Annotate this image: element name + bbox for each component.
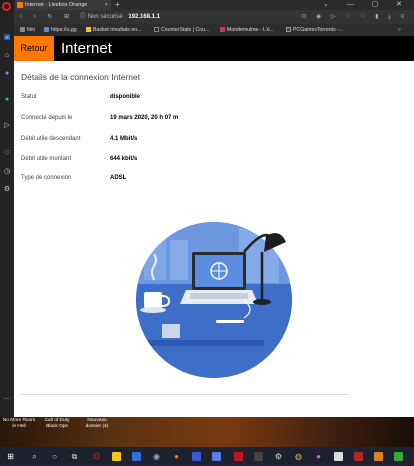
app-blue-icon[interactable] [192,452,201,461]
desktop-icon-folder[interactable]: Nouveau dossier (4) [80,418,114,430]
app-yellow-icon[interactable]: ◍ [294,452,303,461]
screen: Internet - Livebox Orange × + ⌄ — ▢ ✕ ‹ … [0,0,414,466]
home-icon[interactable]: ⌂ [3,52,11,60]
row-label: Débit utile descendant [21,136,81,142]
opera-sidebar: ▣ ⌂ ● ● ▷ ♡ ◷ ⚙ … [0,14,14,419]
security-label: Non sécurisé [87,14,123,20]
basket-icon [86,27,91,32]
address-bar: ‹ › ↻ ⊞ ⓘ Non sécurisé 192.168.1.1 ⊡ ◉ ▷… [14,10,414,24]
row-label: Connecté depuis le [21,115,73,121]
search-icon[interactable]: ⌕ [30,452,39,461]
whatsapp-icon[interactable]: ● [3,96,11,104]
bookmarks-bar: film https://u.gg Basket résultats en...… [14,24,414,36]
cortana-icon[interactable]: ○ [50,452,59,461]
bookmark-basket[interactable]: Basket résultats en... [86,24,141,36]
orange-favicon-icon [17,2,23,8]
ugg-icon [44,27,49,32]
nav-controls[interactable]: ‹ › ↻ ⊞ [20,10,74,24]
notebook-icon [162,324,180,338]
row-montant: Débit utile montant 644 kbit/s [21,153,381,165]
origin-icon[interactable]: ● [172,452,181,461]
bookmark-film[interactable]: film [20,24,35,36]
sidebar-more-icon[interactable]: … [3,394,11,402]
back-button[interactable]: Retour [14,36,54,61]
app-red-icon[interactable] [354,452,363,461]
settings-gear-icon[interactable]: ⚙ [274,452,283,461]
counterstats-icon [154,27,159,32]
section-title: Détails de la connexion Internet [21,72,141,82]
row-statut: Statut disponible [21,91,381,103]
mondemulme-icon [220,27,225,32]
row-value: 19 mars 2020, 20 h 07 m [110,115,179,121]
app-grey-icon[interactable] [254,452,263,461]
desktop-icon-nomoreroom[interactable]: No More Room in Hell [2,418,36,430]
toolbar-icons[interactable]: ⊡ ◉ ▷ ♡ ♡ ▮ ⤓ ≡ [301,10,408,24]
history-icon[interactable]: ◷ [3,168,11,176]
steam-icon[interactable]: ◉ [152,452,161,461]
opera-logo-icon[interactable] [0,0,14,14]
tab-strip: Internet - Livebox Orange × + ⌄ — ▢ ✕ [0,0,414,10]
row-value: 644 kbit/s [110,156,138,162]
pcgames-icon [286,27,291,32]
row-value: 4.1 Mbit/s [110,136,138,142]
app-window-icon[interactable] [212,452,221,461]
row-connecte: Connecté depuis le 19 mars 2020, 20 h 07… [21,112,381,124]
row-descendant: Débit utile descendant 4.1 Mbit/s [21,133,381,145]
page-header: Retour Internet [14,36,414,61]
app-white-icon[interactable] [334,452,343,461]
page-title: Internet [61,40,112,57]
opera-taskbar-icon[interactable]: O [92,452,101,461]
store-icon[interactable] [132,452,141,461]
folder-icon [20,27,25,32]
row-value: ADSL [110,175,127,181]
row-type: Type de connexion ADSL [21,172,381,184]
desktop-icon-cod[interactable]: Call of Duty Black Ops [40,418,74,430]
file-explorer-icon[interactable] [112,452,121,461]
bookmark-ugg[interactable]: https://u.gg [44,24,77,36]
tab-title: Internet - Livebox Orange [25,2,88,8]
netflix-icon[interactable] [234,452,243,461]
bookmark-counterstats[interactable]: CounterStats | Cou... [154,24,209,36]
settings-icon[interactable]: ⚙ [3,186,11,194]
send-icon[interactable]: ▷ [3,122,11,130]
bookmark-mondemulme[interactable]: Mondemulme - L'é... [220,24,274,36]
app-pink-icon[interactable]: ● [314,452,323,461]
windows-start-icon[interactable]: ⊞ [6,452,15,461]
app-orange-icon[interactable] [374,452,383,461]
pen-icon [216,320,244,323]
bookmark-pcgames[interactable]: PCGamesTorrents -... [286,24,343,36]
taskbar: ⊞ ⌕ ○ ⧉ O ◉ ● ⚙ ◍ ● [0,447,414,466]
row-label: Type de connexion [21,175,72,181]
url-field[interactable]: ⓘ Non sécurisé 192.168.1.1 [80,10,160,24]
speed-dial-icon[interactable]: ▣ [3,34,11,42]
new-tab-button[interactable]: + [115,0,120,10]
web-page: Retour Internet Détails de la connexion … [14,36,414,417]
window-controls[interactable]: ⌄ — ▢ ✕ [323,0,410,10]
url-text: 192.168.1.1 [128,14,161,20]
tab-internet[interactable]: Internet - Livebox Orange × [15,0,111,10]
messenger-icon[interactable]: ● [3,70,11,78]
row-value: disponible [110,94,140,100]
internet-illustration [136,222,292,378]
info-icon: ⓘ [80,14,87,20]
bookmarks-more-icon[interactable]: » [398,24,401,36]
footer-divider [20,394,350,395]
task-view-icon[interactable]: ⧉ [70,452,79,461]
row-label: Statut [21,94,37,100]
heart-icon[interactable]: ♡ [3,150,11,158]
app-green-icon[interactable] [394,452,403,461]
row-label: Débit utile montant [21,156,72,162]
tab-close-icon[interactable]: × [105,0,108,10]
